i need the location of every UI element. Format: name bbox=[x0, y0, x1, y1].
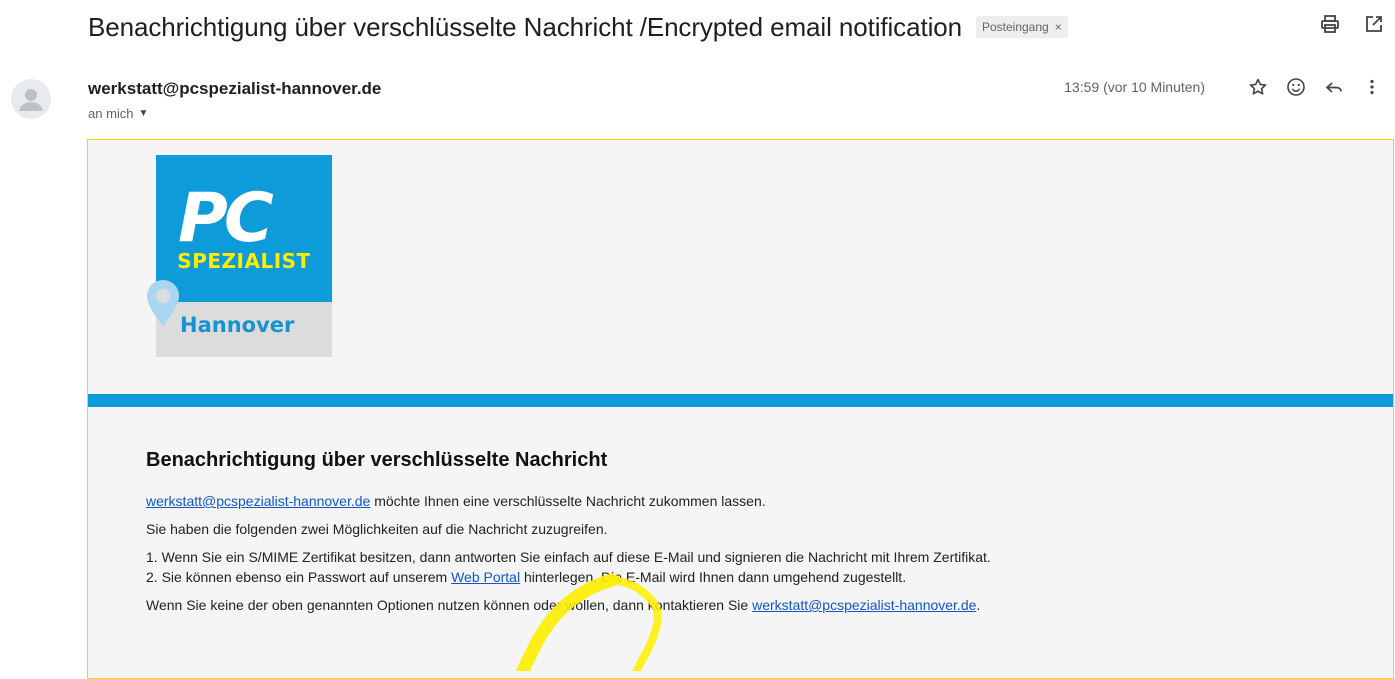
contact-paragraph: Wenn Sie keine der oben genannten Option… bbox=[146, 596, 1393, 614]
notification-content: Benachrichtigung über verschlüsselte Nac… bbox=[146, 449, 1393, 624]
reply-icon[interactable] bbox=[1323, 76, 1345, 98]
intro-text: möchte Ihnen eine verschlüsselte Nachric… bbox=[370, 493, 766, 509]
details-dropdown-icon[interactable]: ▼ bbox=[139, 108, 149, 119]
subject-row: Benachrichtigung über verschlüsselte Nac… bbox=[88, 9, 1395, 45]
location-pin-icon bbox=[147, 280, 179, 326]
remove-label-icon[interactable]: × bbox=[1055, 20, 1062, 34]
contact-email-link[interactable]: werkstatt@pcspezialist-hannover.de bbox=[752, 597, 976, 613]
recipient-text: an mich bbox=[88, 106, 134, 121]
logo-top-panel: PC SPEZIALIST bbox=[156, 155, 332, 302]
open-in-new-window-icon[interactable] bbox=[1363, 13, 1385, 35]
printer-icon[interactable] bbox=[1319, 13, 1341, 35]
sender-avatar bbox=[11, 79, 51, 119]
options-paragraph: Sie haben die folgenden zwei Möglichkeit… bbox=[146, 521, 608, 537]
message-meta: 13:59 (vor 10 Minuten) bbox=[1064, 76, 1383, 98]
more-vert-icon[interactable] bbox=[1361, 76, 1383, 98]
sender-email-link[interactable]: werkstatt@pcspezialist-hannover.de bbox=[146, 493, 370, 509]
message-time: 13:59 (vor 10 Minuten) bbox=[1064, 79, 1205, 95]
option-2-post: hinterlegen. Die E-Mail wird Ihnen dann … bbox=[520, 569, 907, 585]
top-actions bbox=[1319, 13, 1385, 35]
intro-paragraph: werkstatt@pcspezialist-hannover.de möcht… bbox=[146, 492, 1393, 510]
pc-spezialist-logo: PC SPEZIALIST Hannover bbox=[147, 155, 332, 357]
web-portal-link[interactable]: Web Portal bbox=[451, 569, 520, 585]
option-1: 1. Wenn Sie ein S/MIME Zertifikat besitz… bbox=[146, 549, 991, 565]
logo-line1: SPEZIALIST bbox=[177, 249, 311, 273]
contact-pre: Wenn Sie keine der oben genannten Option… bbox=[146, 597, 753, 613]
header-divider-bar bbox=[88, 394, 1393, 407]
emoji-icon[interactable] bbox=[1285, 76, 1307, 98]
option-2-pre: 2. Sie können ebenso ein Passwort auf un… bbox=[146, 569, 452, 585]
email-body-frame: PC SPEZIALIST Hannover Benachrichtigung … bbox=[87, 139, 1394, 679]
sender-address[interactable]: werkstatt@pcspezialist-hannover.de bbox=[88, 79, 381, 99]
recipient-line: an mich ▼ bbox=[88, 106, 148, 121]
inbox-label-text: Posteingang bbox=[981, 20, 1049, 34]
inbox-label-chip[interactable]: Posteingang × bbox=[975, 16, 1068, 38]
contact-post: . bbox=[976, 597, 981, 613]
logo-brand: PC bbox=[178, 179, 274, 258]
star-icon[interactable] bbox=[1247, 76, 1269, 98]
logo-bottom-panel: Hannover bbox=[156, 302, 332, 357]
logo-city: Hannover bbox=[180, 313, 295, 337]
notification-heading: Benachrichtigung über verschlüsselte Nac… bbox=[146, 449, 608, 471]
option-2: 2. Sie können ebenso ein Passwort auf un… bbox=[146, 568, 1393, 586]
email-subject: Benachrichtigung über verschlüsselte Nac… bbox=[88, 11, 962, 42]
